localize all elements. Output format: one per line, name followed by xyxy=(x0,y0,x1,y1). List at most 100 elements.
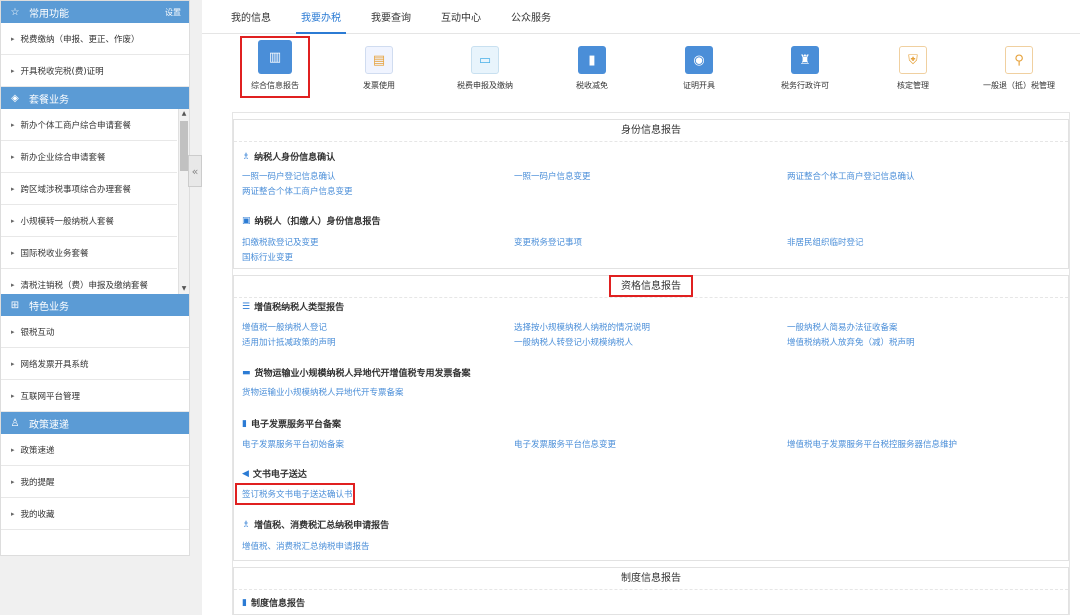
layers-icon: ◈ xyxy=(11,92,19,104)
sidebar-item[interactable]: ▸ 跨区域涉税事项综合办理套餐 xyxy=(1,173,177,205)
link[interactable]: 增值税电子发票服务平台税控服务器信息维护 xyxy=(787,438,957,450)
link[interactable]: 适用加计抵减政策的声明 xyxy=(242,336,336,348)
sidebar-header-policy[interactable]: ♙ 政策速递 xyxy=(1,412,189,434)
scroll-up-icon[interactable]: ▲ xyxy=(179,109,189,119)
sidebar-header-title: 套餐业务 xyxy=(29,94,69,106)
tab-tax-handling[interactable]: 我要办税 xyxy=(286,9,356,34)
tab-interaction[interactable]: 互动中心 xyxy=(426,9,496,33)
bullet-icon: ▸ xyxy=(11,359,15,368)
link[interactable]: 两证整合个体工商户信息变更 xyxy=(242,185,353,197)
service-tax-refund[interactable]: ⚲ 一般退（抵）税管理 xyxy=(974,42,1064,91)
link[interactable]: 电子发票服务平台信息变更 xyxy=(514,438,616,450)
invoice-icon: ▤ xyxy=(365,46,393,74)
user-icon: ♙ xyxy=(10,417,20,429)
link[interactable]: 国标行业变更 xyxy=(242,251,293,263)
tab-public-service[interactable]: 公众服务 xyxy=(496,9,566,33)
section-qualification: 资格信息报告 ☰ 增值税纳税人类型报告 增值税一般纳税人登记 选择按小规模纳税人纳… xyxy=(233,275,1069,561)
sidebar-item[interactable]: ▸ 开具税收完税(费)证明 xyxy=(1,55,189,87)
link[interactable]: 一般纳税人简易办法征收备案 xyxy=(787,321,898,333)
group-title: ▮ 制度信息报告 xyxy=(242,597,305,610)
link[interactable]: 变更税务登记事项 xyxy=(514,236,582,248)
sidebar-item[interactable]: ▸ 小规模转一般纳税人套餐 xyxy=(1,205,177,237)
tab-query[interactable]: 我要查询 xyxy=(356,9,426,33)
group-title: ♗ 增值税、消费税汇总纳税申请报告 xyxy=(242,519,390,532)
settings-link[interactable]: 设置 xyxy=(165,7,181,18)
service-declaration[interactable]: ▭ 税费申报及缴纳 xyxy=(440,42,530,91)
tab-my-info[interactable]: 我的信息 xyxy=(216,9,286,33)
service-icon-bar: ▥ 综合信息报告 ▤ 发票使用 ▭ 税费申报及缴纳 ▮ 税收减免 ◉ 证明开具 … xyxy=(202,34,1080,108)
sidebar-item[interactable]: ▸ 网络发票开具系统 xyxy=(1,348,189,380)
person-check-icon: ♗ xyxy=(242,151,251,162)
group-title: ☰ 增值税纳税人类型报告 xyxy=(242,301,345,314)
bar-chart-icon: ▮ xyxy=(578,46,606,74)
sidebar-item[interactable]: ▸ 互联网平台管理 xyxy=(1,380,189,412)
hierarchy-icon: ⚲ xyxy=(1005,46,1033,74)
sidebar-item[interactable]: ▸ 政策速递 xyxy=(1,434,189,466)
service-admin-license[interactable]: ♜ 税务行政许可 xyxy=(760,42,850,91)
screen-icon: ▭ xyxy=(471,46,499,74)
sidebar-item[interactable]: ▸ 银税互动 xyxy=(1,316,189,348)
scrollbar[interactable]: ▲ ▼ xyxy=(178,109,189,294)
sidebar-header-special[interactable]: ⊞ 特色业务 xyxy=(1,294,189,316)
shield-icon: ⛨ xyxy=(899,46,927,74)
grid-icon: ⊞ xyxy=(10,299,20,311)
link[interactable]: 增值税、消费税汇总纳税申请报告 xyxy=(242,540,370,552)
bullet-icon: ▸ xyxy=(11,477,15,486)
package-list: ▸ 新办个体工商户综合申请套餐 ▸ 新办企业综合申请套餐 ▸ 跨区域涉税事项综合办理套… xyxy=(1,109,189,294)
scrollbar-thumb[interactable] xyxy=(180,121,188,171)
sidebar-item[interactable]: ▸ 新办企业综合申请套餐 xyxy=(1,141,177,173)
sidebar-item[interactable]: ▸ 新办个体工商户综合申请套餐 xyxy=(1,109,177,141)
sidebar-header-title: 常用功能 xyxy=(29,8,69,20)
document-icon: ▮ xyxy=(242,597,247,608)
link[interactable]: 一般纳税人转登记小规模纳税人 xyxy=(514,336,633,348)
sidebar: ☆ 常用功能 设置 ▸ 税费缴纳（申报、更正、作废） ▸ 开具税收完税(费)证明 ◈… xyxy=(0,0,190,556)
bullet-icon: ▸ xyxy=(11,509,15,518)
link[interactable]: 一照一码户登记信息确认 xyxy=(242,170,336,182)
highlight-box xyxy=(235,483,355,505)
megaphone-icon: ◀ xyxy=(242,468,249,479)
id-card-icon: ▣ xyxy=(242,215,251,226)
sidebar-item[interactable]: ▸ 清税注销税（费）申报及缴纳套餐 xyxy=(1,269,177,294)
link[interactable]: 两证整合个体工商户登记信息确认 xyxy=(787,170,915,182)
bullet-icon: ▸ xyxy=(11,445,15,454)
link[interactable]: 货物运输业小规模纳税人异地代开专票备案 xyxy=(242,386,404,398)
group-title: ▬ 货物运输业小规模纳税人异地代开增值税专用发票备案 xyxy=(242,367,471,380)
sidebar-header-title: 政策速递 xyxy=(29,419,69,431)
collapse-sidebar-button[interactable]: « xyxy=(188,155,202,187)
sidebar-item[interactable]: ▸ 国际税收业务套餐 xyxy=(1,237,177,269)
bullet-icon: ▸ xyxy=(11,327,15,336)
link[interactable]: 扣缴税款登记及变更 xyxy=(242,236,319,248)
link[interactable]: 电子发票服务平台初始备案 xyxy=(242,438,344,450)
service-invoice[interactable]: ▤ 发票使用 xyxy=(334,42,424,91)
document-icon: ▮ xyxy=(242,418,247,429)
sidebar-item[interactable]: ▸ 我的收藏 xyxy=(1,498,189,530)
service-certificate[interactable]: ◉ 证明开具 xyxy=(654,42,744,91)
double-chevron-left-icon: « xyxy=(191,164,199,178)
top-nav: 我的信息 我要办税 我要查询 互动中心 公众服务 xyxy=(202,0,1080,34)
bullet-icon: ▸ xyxy=(11,66,15,75)
sidebar-header-package[interactable]: ◈ 套餐业务 xyxy=(1,87,189,109)
link[interactable]: 增值税纳税人放弃免（减）税声明 xyxy=(787,336,915,348)
link[interactable]: 一照一码户信息变更 xyxy=(514,170,591,182)
bullet-icon: ▸ xyxy=(11,34,15,43)
scroll-down-icon[interactable]: ▼ xyxy=(179,284,189,294)
highlight-box xyxy=(609,275,693,297)
group-title: ▣ 纳税人（扣缴人）身份信息报告 xyxy=(242,215,381,228)
bullet-icon: ▸ xyxy=(11,216,15,225)
service-comprehensive-report[interactable]: ▥ 综合信息报告 xyxy=(240,36,310,98)
section-title: 身份信息报告 xyxy=(234,120,1068,142)
sidebar-header-common[interactable]: ☆ 常用功能 设置 xyxy=(1,1,189,23)
bullet-icon: ▸ xyxy=(11,152,15,161)
service-verification[interactable]: ⛨ 核定管理 xyxy=(868,42,958,91)
section-system: 制度信息报告 ▮ 制度信息报告 xyxy=(233,567,1069,615)
link[interactable]: 增值税一般纳税人登记 xyxy=(242,321,327,333)
star-icon: ☆ xyxy=(10,6,20,18)
bullet-icon: ▸ xyxy=(11,120,15,129)
bullet-icon: ▸ xyxy=(11,248,15,257)
link[interactable]: 选择按小规模纳税人纳税的情况说明 xyxy=(514,321,650,333)
sidebar-item[interactable]: ▸ 税费缴纳（申报、更正、作废） xyxy=(1,23,189,55)
link[interactable]: 非居民组织临时登记 xyxy=(787,236,864,248)
content-panel: 身份信息报告 ♗ 纳税人身份信息确认 一照一码户登记信息确认 一照一码户信息变更 … xyxy=(232,112,1070,615)
sidebar-item[interactable]: ▸ 我的提醒 xyxy=(1,466,189,498)
service-tax-relief[interactable]: ▮ 税收减免 xyxy=(547,42,637,91)
